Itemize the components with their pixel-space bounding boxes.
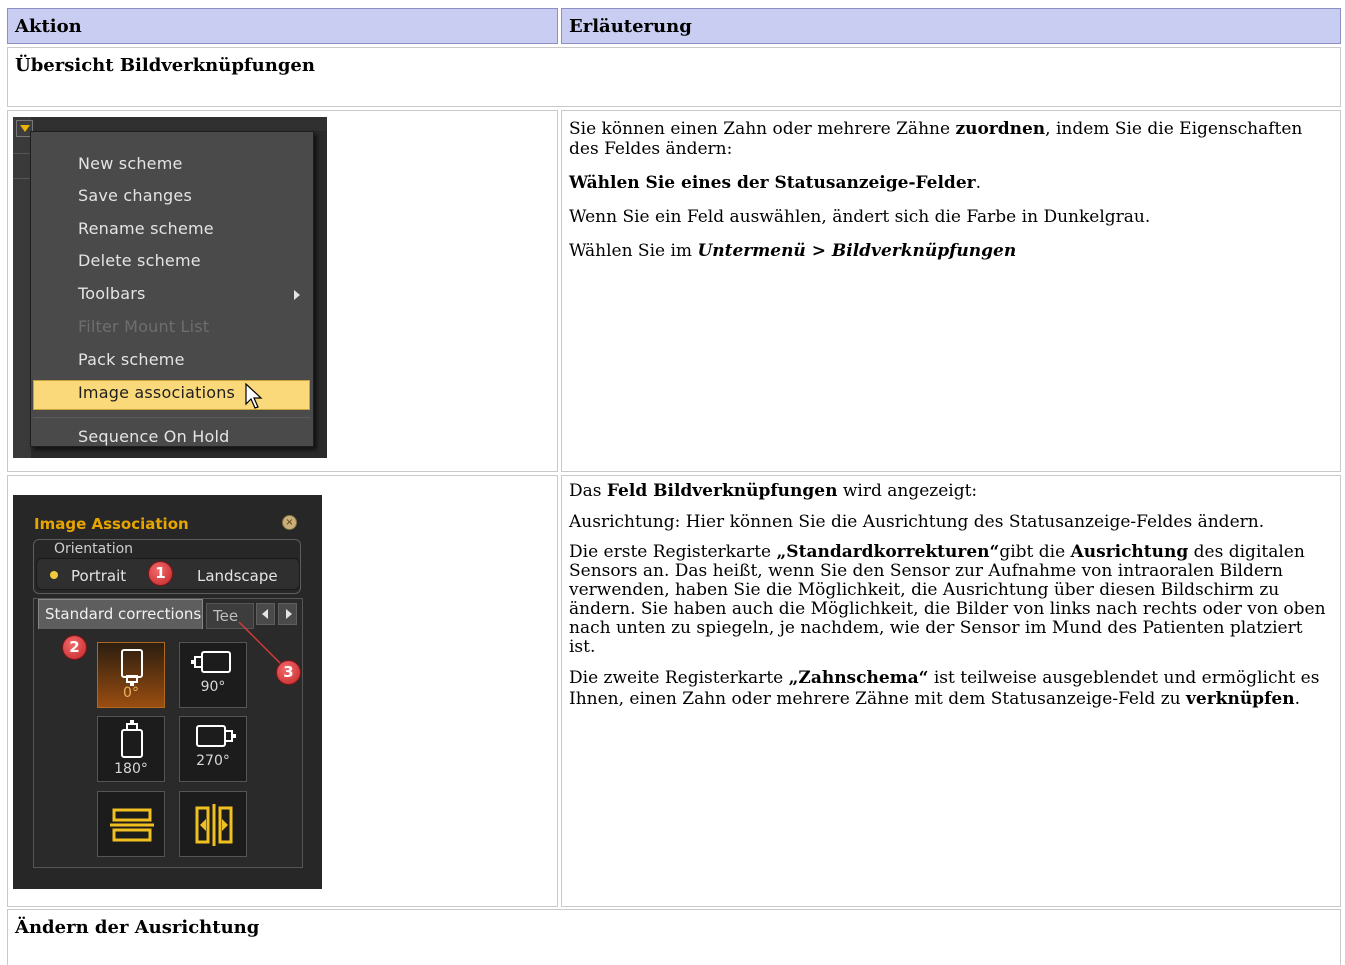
section-change-orientation: Ändern der Ausrichtung (7, 909, 1341, 965)
paragraph: Sie können einen Zahn oder mehrere Zähne… (569, 119, 1303, 159)
callout-badge-3: 3 (276, 660, 301, 685)
explanation-cell-2: Das Feld Bildverknüpfungen wird angezeig… (561, 475, 1341, 907)
paragraph: Die erste Registerkarte „Standardkorrekt… (569, 542, 1326, 657)
callout-line (238, 621, 282, 665)
paragraph: Das Feld Bildverknüpfungen wird angezeig… (569, 481, 978, 501)
paragraph: Wählen Sie im Untermenü > Bildverknüpfun… (569, 241, 1017, 261)
menu-item-sequence-on-hold[interactable]: Sequence On Hold (78, 427, 229, 446)
callout-badge-1: 1 (148, 561, 173, 586)
menu-separator (33, 417, 310, 418)
submenu-arrow-icon (294, 290, 300, 300)
paragraph: Wenn Sie ein Feld auswählen, ändert sich… (569, 207, 1151, 227)
callout-badge-2: 2 (62, 635, 87, 660)
menu-item-filter-mount-list: Filter Mount List (78, 317, 210, 336)
header-action: Aktion (7, 8, 558, 44)
section-title: Ändern der Ausrichtung (15, 917, 260, 938)
mouse-cursor-icon (245, 383, 263, 409)
menu-item-save-changes[interactable]: Save changes (78, 186, 192, 205)
action-cell-menu: New scheme Save changes Rename scheme De… (7, 110, 558, 472)
triangle-down-icon (20, 125, 30, 132)
header-explanation: Erläuterung (561, 8, 1341, 44)
menu-item-new-scheme[interactable]: New scheme (78, 154, 183, 173)
section-overview: Übersicht Bildverknüpfungen (7, 47, 1341, 107)
paragraph: Ausrichtung: Hier können Sie die Ausrich… (569, 512, 1265, 532)
section-title: Übersicht Bildverknüpfungen (15, 55, 315, 76)
context-menu: New scheme Save changes Rename scheme De… (30, 131, 314, 447)
menu-item-pack-scheme[interactable]: Pack scheme (78, 350, 185, 369)
paragraph: Die zweite Registerkarte „Zahnschema“ is… (569, 668, 1320, 709)
context-menu-screenshot: New scheme Save changes Rename scheme De… (13, 117, 327, 458)
menu-item-rename-scheme[interactable]: Rename scheme (78, 219, 214, 238)
explanation-cell-1: Sie können einen Zahn oder mehrere Zähne… (561, 110, 1341, 472)
menu-item-delete-scheme[interactable]: Delete scheme (78, 251, 201, 270)
menu-item-image-associations[interactable]: Image associations (78, 383, 235, 402)
image-association-panel-screenshot: Image Association × Orientation Portrait… (13, 495, 322, 889)
menu-item-toolbars[interactable]: Toolbars (78, 284, 146, 303)
paragraph: Wählen Sie eines der Statusanzeige-Felde… (569, 173, 981, 193)
action-cell-panel: Image Association × Orientation Portrait… (7, 475, 558, 907)
